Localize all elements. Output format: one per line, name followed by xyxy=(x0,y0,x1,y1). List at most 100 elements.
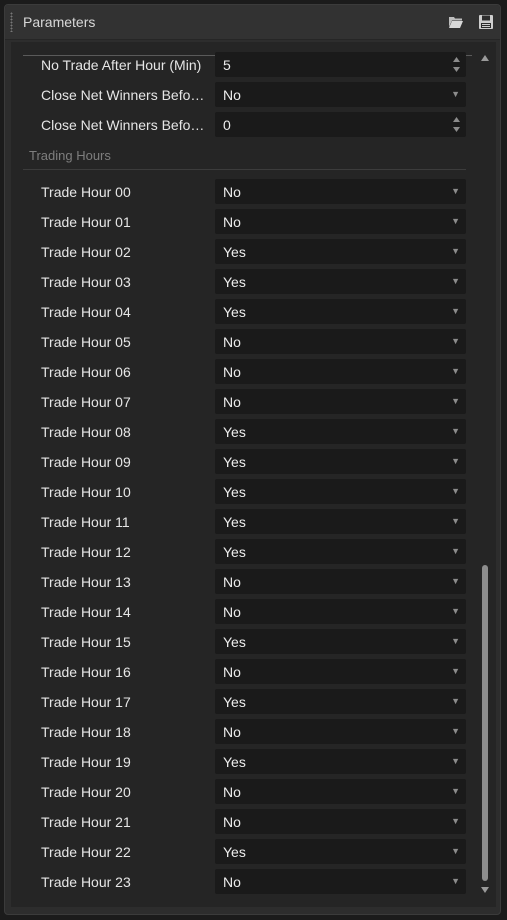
parameter-label: Trade Hour 11 xyxy=(41,514,130,530)
dropdown-field[interactable]: No ▼ xyxy=(215,82,466,107)
scroll-down-arrow-icon[interactable] xyxy=(480,885,490,895)
dropdown-field[interactable]: Yes ▼ xyxy=(215,629,466,654)
parameter-row-hour-13: Trade Hour 13 No ▼ xyxy=(11,569,471,595)
parameter-label: Trade Hour 00 xyxy=(41,184,131,200)
parameter-label: Trade Hour 01 xyxy=(41,214,131,230)
field-value: No xyxy=(223,604,241,620)
field-value: No xyxy=(223,874,241,890)
dropdown-arrow-icon[interactable]: ▼ xyxy=(451,456,460,466)
dropdown-field[interactable]: Yes ▼ xyxy=(215,539,466,564)
dropdown-field[interactable]: Yes ▼ xyxy=(215,689,466,714)
field-value: No xyxy=(223,814,241,830)
dropdown-arrow-icon[interactable]: ▼ xyxy=(451,366,460,376)
dropdown-arrow-icon[interactable]: ▼ xyxy=(451,246,460,256)
parameter-row-hour-9: Trade Hour 09 Yes ▼ xyxy=(11,449,471,475)
parameter-row-hour-7: Trade Hour 07 No ▼ xyxy=(11,389,471,415)
parameter-label: Trade Hour 22 xyxy=(41,844,131,860)
dropdown-field[interactable]: Yes ▼ xyxy=(215,239,466,264)
dropdown-arrow-icon[interactable]: ▼ xyxy=(451,89,460,99)
numeric-spinner-field[interactable]: 0 xyxy=(215,112,466,137)
folder-open-icon[interactable] xyxy=(448,14,464,30)
parameters-list[interactable]: No Trade After Hour (Min) 5 Close Net Winn… xyxy=(11,42,496,907)
dropdown-arrow-icon[interactable]: ▼ xyxy=(451,306,460,316)
dropdown-arrow-icon[interactable]: ▼ xyxy=(451,846,460,856)
parameter-row-hour-11: Trade Hour 11 Yes ▼ xyxy=(11,509,471,535)
dropdown-arrow-icon[interactable]: ▼ xyxy=(451,816,460,826)
dropdown-field[interactable]: No ▼ xyxy=(215,779,466,804)
parameter-row-hour-10: Trade Hour 10 Yes ▼ xyxy=(11,479,471,505)
parameter-row-hour-1: Trade Hour 01 No ▼ xyxy=(11,209,471,235)
parameter-row-hour-6: Trade Hour 06 No ▼ xyxy=(11,359,471,385)
dropdown-field[interactable]: Yes ▼ xyxy=(215,299,466,324)
dropdown-arrow-icon[interactable]: ▼ xyxy=(451,336,460,346)
dropdown-field[interactable]: No ▼ xyxy=(215,389,466,414)
field-value: Yes xyxy=(223,694,246,710)
parameter-label: Trade Hour 18 xyxy=(41,724,131,740)
field-value: 5 xyxy=(223,57,231,73)
parameter-row-hour-22: Trade Hour 22 Yes ▼ xyxy=(11,839,471,865)
dropdown-field[interactable]: No ▼ xyxy=(215,599,466,624)
dropdown-field[interactable]: No ▼ xyxy=(215,809,466,834)
dropdown-field[interactable]: Yes ▼ xyxy=(215,479,466,504)
dropdown-arrow-icon[interactable]: ▼ xyxy=(451,396,460,406)
parameter-label: Trade Hour 17 xyxy=(41,694,131,710)
dropdown-arrow-icon[interactable]: ▼ xyxy=(451,186,460,196)
section-divider xyxy=(23,169,466,170)
dropdown-field[interactable]: No ▼ xyxy=(215,209,466,234)
parameter-label: Trade Hour 06 xyxy=(41,364,131,380)
spinner-arrows-icon[interactable] xyxy=(452,115,461,134)
parameter-row-hour-5: Trade Hour 05 No ▼ xyxy=(11,329,471,355)
field-value: No xyxy=(223,574,241,590)
numeric-spinner-field[interactable]: 5 xyxy=(215,52,466,77)
dropdown-field[interactable]: Yes ▼ xyxy=(215,749,466,774)
dropdown-field[interactable]: Yes ▼ xyxy=(215,449,466,474)
dropdown-field[interactable]: No ▼ xyxy=(215,719,466,744)
scroll-up-arrow-icon[interactable] xyxy=(480,53,490,63)
dropdown-field[interactable]: Yes ▼ xyxy=(215,419,466,444)
dropdown-field[interactable]: No ▼ xyxy=(215,179,466,204)
drag-grip-icon[interactable] xyxy=(10,12,13,32)
spinner-arrows-icon[interactable] xyxy=(452,55,461,74)
dropdown-arrow-icon[interactable]: ▼ xyxy=(451,486,460,496)
dropdown-arrow-icon[interactable]: ▼ xyxy=(451,636,460,646)
dropdown-arrow-icon[interactable]: ▼ xyxy=(451,216,460,226)
dropdown-field[interactable]: No ▼ xyxy=(215,359,466,384)
dropdown-arrow-icon[interactable]: ▼ xyxy=(451,786,460,796)
parameter-label: Trade Hour 12 xyxy=(41,544,131,560)
dropdown-arrow-icon[interactable]: ▼ xyxy=(451,426,460,436)
parameter-row-hour-4: Trade Hour 04 Yes ▼ xyxy=(11,299,471,325)
scrollbar-thumb[interactable] xyxy=(482,565,488,881)
dropdown-arrow-icon[interactable]: ▼ xyxy=(451,606,460,616)
dropdown-arrow-icon[interactable]: ▼ xyxy=(451,576,460,586)
panel-header: Parameters xyxy=(5,5,500,40)
parameter-label: Trade Hour 23 xyxy=(41,874,131,890)
dropdown-field[interactable]: Yes ▼ xyxy=(215,509,466,534)
parameters-panel: Parameters No Trade After Hour (Min) 5 Clo… xyxy=(4,4,501,915)
dropdown-arrow-icon[interactable]: ▼ xyxy=(451,516,460,526)
dropdown-field[interactable]: Yes ▼ xyxy=(215,269,466,294)
field-value: Yes xyxy=(223,454,246,470)
dropdown-field[interactable]: No ▼ xyxy=(215,329,466,354)
save-icon[interactable] xyxy=(478,14,494,30)
parameter-row-hour-20: Trade Hour 20 No ▼ xyxy=(11,779,471,805)
dropdown-arrow-icon[interactable]: ▼ xyxy=(451,876,460,886)
dropdown-arrow-icon[interactable]: ▼ xyxy=(451,276,460,286)
parameter-label: Trade Hour 14 xyxy=(41,604,131,620)
field-value: Yes xyxy=(223,424,246,440)
parameter-row-top-2: Close Net Winners Befo… 0 xyxy=(11,112,471,138)
dropdown-field[interactable]: No ▼ xyxy=(215,659,466,684)
dropdown-field[interactable]: No ▼ xyxy=(215,569,466,594)
dropdown-arrow-icon[interactable]: ▼ xyxy=(451,666,460,676)
dropdown-field[interactable]: Yes ▼ xyxy=(215,839,466,864)
dropdown-field[interactable]: No ▼ xyxy=(215,869,466,894)
parameter-label: Trade Hour 15 xyxy=(41,634,131,650)
dropdown-arrow-icon[interactable]: ▼ xyxy=(451,756,460,766)
parameter-label: Trade Hour 03 xyxy=(41,274,131,290)
dropdown-arrow-icon[interactable]: ▼ xyxy=(451,726,460,736)
parameter-row-hour-15: Trade Hour 15 Yes ▼ xyxy=(11,629,471,655)
parameter-label: Trade Hour 02 xyxy=(41,244,131,260)
parameter-row-hour-2: Trade Hour 02 Yes ▼ xyxy=(11,239,471,265)
dropdown-arrow-icon[interactable]: ▼ xyxy=(451,696,460,706)
field-value: Yes xyxy=(223,754,246,770)
dropdown-arrow-icon[interactable]: ▼ xyxy=(451,546,460,556)
